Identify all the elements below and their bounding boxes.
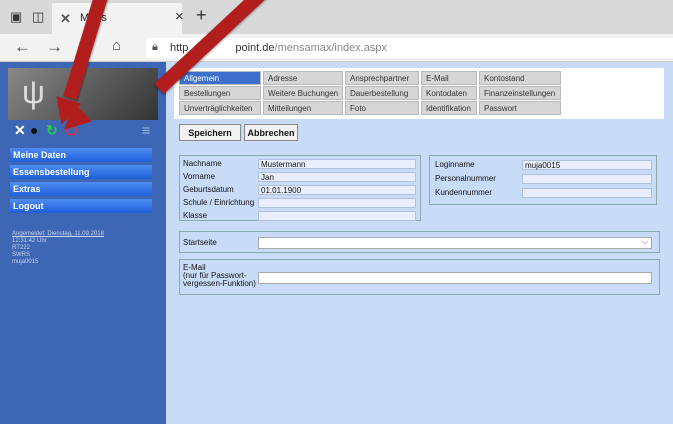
personal-data-group: Nachname Vorname Geburtsdatum Schule / E… (179, 155, 421, 221)
tab-passwort[interactable]: Passwort (479, 101, 561, 115)
email-group: E-Mail (nur für Passwort- vergessen-Funk… (179, 259, 660, 295)
new-tab-button[interactable]: + (196, 5, 207, 26)
tab-grid: Allgemein Adresse Ansprechpartner E-Mail… (175, 69, 565, 115)
save-button[interactable]: Speichern (179, 124, 241, 141)
vorname-field[interactable]: Jan (258, 172, 416, 182)
browser-tab[interactable]: ✕ Mens × (52, 3, 184, 34)
klasse-field[interactable] (258, 211, 416, 221)
label-email: E-Mail (nur für Passwort- vergessen-Funk… (183, 264, 256, 288)
label-nachname: Nachname (183, 159, 222, 168)
menu-meine-daten[interactable]: Meine Daten (10, 148, 152, 162)
info-line: muja0015 (12, 259, 39, 265)
user-icon[interactable]: ● (30, 122, 38, 138)
tab-dauerbestellung[interactable]: Dauerbestellung (345, 86, 419, 100)
url-domain: point.de (235, 42, 275, 54)
tab-adresse[interactable]: Adresse (263, 71, 343, 85)
info-line: Angemeldet: Dienstag, 11.09.2018 (12, 231, 104, 237)
menu-essensbestellung[interactable]: Essensbestellung (10, 165, 152, 179)
personalnummer-field[interactable] (522, 174, 652, 184)
screen: { "browser": { "tab_title": "Mens", "tab… (0, 0, 673, 424)
page: ψ ✕ ● ↻ ⏻ ≡ Meine Daten Essensbestellung… (0, 62, 673, 424)
back-arrow-icon[interactable]: ← (14, 37, 31, 57)
cancel-button[interactable]: Abbrechen (244, 124, 298, 141)
menu-icon[interactable]: ≡ (142, 122, 150, 138)
tab-ansprechpartner[interactable]: Ansprechpartner (345, 71, 419, 85)
tab-weitere-buchungen[interactable]: Weitere Buchungen (263, 86, 343, 100)
label-klasse: Klasse (183, 211, 208, 220)
url-path: /mensamax/index.aspx (274, 42, 388, 54)
forward-arrow-icon[interactable]: → (46, 37, 63, 57)
site-favicon-icon: ✕ (60, 11, 71, 26)
tab-unvertraeglichkeiten[interactable]: Unverträglichkeiten (179, 101, 261, 115)
url-field[interactable]: 🔒︎ http point.de/mensamax/index.aspx (146, 38, 673, 58)
startseite-group: Startseite ⌵ (179, 231, 660, 253)
tab-finanzeinstellungen[interactable]: Finanzeinstellungen (479, 86, 561, 100)
tab-manager-icon[interactable]: ▣ (10, 9, 22, 25)
tab-foto[interactable]: Foto (345, 101, 419, 115)
geburtsdatum-field[interactable]: 01.01.1900 (258, 185, 416, 195)
loginname-field[interactable]: muja0015 (522, 160, 652, 170)
tab-kontostand[interactable]: Kontostand (479, 71, 561, 85)
email-field[interactable] (258, 272, 652, 284)
login-data-group: Loginname Personalnummer Kundennummer mu… (429, 155, 657, 205)
startseite-select[interactable]: ⌵ (258, 237, 652, 249)
home-icon[interactable]: ⌂ (112, 37, 121, 54)
label-vorname: Vorname (183, 172, 216, 181)
label-schule: Schule / Einrichtung (183, 198, 255, 207)
tab-identifikation[interactable]: Identifikation (421, 101, 477, 115)
label-kundennummer: Kundennummer (435, 188, 492, 197)
refresh-icon[interactable]: ↻ (46, 122, 58, 139)
tab-preview-icon[interactable]: ◫ (32, 9, 44, 25)
address-bar: ← → ↻ ⌂ 🔒︎ httppoint.de/mensamax/index.a… (0, 34, 673, 62)
tools-icon[interactable]: ✕ (14, 122, 26, 139)
tab-allgemein[interactable]: Allgemein (179, 71, 261, 85)
tab-kontodaten[interactable]: Kontodaten (421, 86, 477, 100)
label-email-line3: vergessen-Funktion) (183, 279, 256, 288)
url-host: http (170, 42, 189, 54)
info-line: SWRS (12, 252, 30, 258)
kundennummer-field[interactable] (522, 188, 652, 198)
menu-logout[interactable]: Logout (10, 199, 152, 213)
info-line: RT222 (12, 245, 30, 251)
schule-field[interactable] (258, 198, 416, 208)
tab-bestellungen[interactable]: Bestellungen (179, 86, 261, 100)
menu-extras[interactable]: Extras (10, 182, 152, 196)
tab-email[interactable]: E-Mail (421, 71, 477, 85)
info-line: 12:31:42 Uhr (12, 238, 47, 244)
login-info: Angemeldet: Dienstag, 11.09.2018 12:31:4… (12, 231, 104, 266)
lock-icon: 🔒︎ (152, 41, 158, 53)
nachname-field[interactable]: Mustermann (258, 159, 416, 169)
label-loginname: Loginname (435, 160, 475, 169)
tab-close-icon[interactable]: × (175, 8, 184, 25)
chevron-down-icon: ⌵ (641, 237, 648, 246)
tab-mitteilungen[interactable]: Mitteilungen (263, 101, 343, 115)
label-personalnummer: Personalnummer (435, 174, 496, 183)
label-geburtsdatum: Geburtsdatum (183, 185, 234, 194)
cutlery-icon: ψ (22, 74, 45, 110)
label-startseite: Startseite (183, 238, 217, 247)
